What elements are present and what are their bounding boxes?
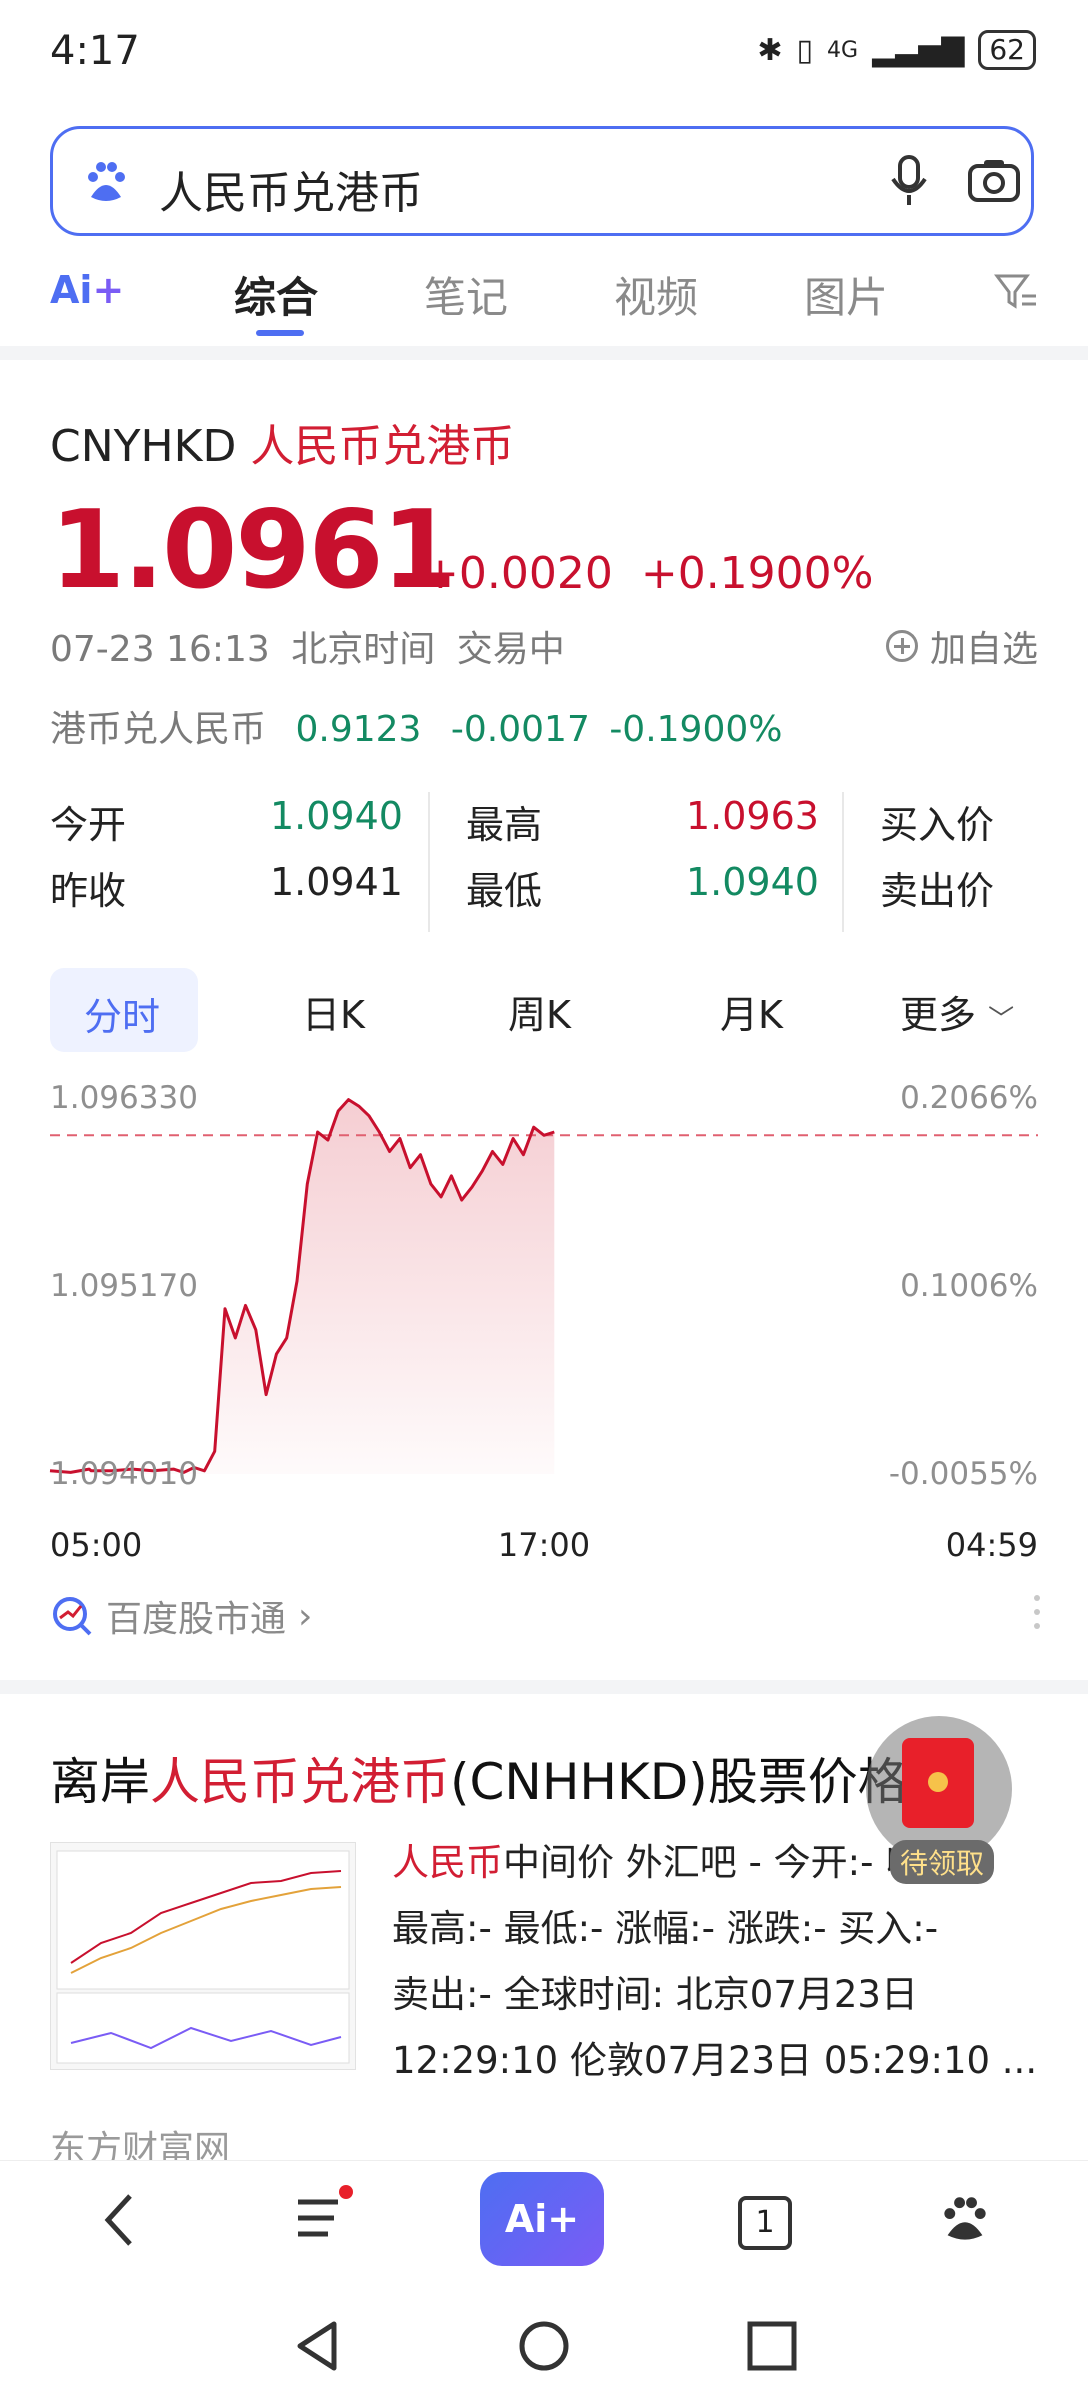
y-right-tick: -0.0055% (889, 1456, 1038, 1492)
quote-timezone: 北京时间 (291, 629, 436, 670)
reverse-rate-row[interactable]: 港币兑人民币 0.9123 -0.0017 -0.1900% (50, 700, 782, 752)
chart-tab-daily[interactable]: 日K (302, 984, 365, 1039)
source-link[interactable]: 百度股市通 › (50, 1590, 312, 1642)
high-label: 最高 (466, 803, 543, 847)
open-label: 今开 (50, 803, 127, 847)
y-right-tick: 0.1006% (900, 1268, 1038, 1304)
trading-status: 交易中 (456, 629, 565, 670)
network-label: 4G (827, 37, 859, 63)
stats-divider (428, 792, 430, 932)
reverse-label: 港币兑人民币 (50, 709, 267, 750)
change-percent: +0.1900% (640, 548, 874, 599)
chart-tab-more-label: 更多 (900, 993, 977, 1037)
y-left-tick: 1.094010 (50, 1456, 198, 1492)
baidu-paw-icon (88, 162, 125, 201)
y-left-tick: 1.096330 (50, 1080, 198, 1116)
chart-tab-monthly[interactable]: 月K (720, 984, 783, 1039)
chart-tab-more[interactable]: 更多 ﹀ (900, 984, 1014, 1039)
thumbnail-chart-image (56, 1850, 350, 2064)
active-tab-indicator (256, 330, 304, 336)
camera-icon[interactable] (967, 157, 1021, 203)
change-value: +0.0020 (422, 548, 613, 599)
snippet-line: 12:29:10 伦敦07月23日 05:29:10 ... (392, 2039, 1038, 2082)
status-time: 4:17 (50, 28, 140, 74)
reverse-price: 0.9123 (295, 709, 422, 750)
chevron-down-icon: ﹀ (988, 1005, 1015, 1035)
tab-zonghe[interactable]: 综合 (234, 264, 318, 325)
notification-dot (339, 2185, 353, 2199)
add-watch-label: 加自选 (929, 629, 1038, 670)
tab-video[interactable]: 视频 (614, 264, 698, 325)
snippet-highlight: 人民币 (392, 1841, 503, 1884)
system-home-icon[interactable] (516, 2318, 572, 2374)
intraday-chart: 1.096330 1.095170 1.094010 0.2066% 0.100… (49, 1080, 1038, 1564)
high-value: 1.0963 (686, 794, 819, 838)
section-divider (0, 1680, 1088, 1694)
red-envelope-icon (902, 1738, 974, 1828)
y-left-tick: 1.095170 (50, 1268, 198, 1304)
price-change: +0.0020 +0.1900% (422, 548, 873, 599)
x-tick: 04:59 (946, 1526, 1038, 1564)
bluetooth-icon: ✱ (757, 32, 783, 68)
more-options-icon[interactable] (1032, 1592, 1042, 1632)
search-box[interactable]: 人民币兑港币 (50, 126, 1034, 236)
reverse-change: -0.0017 (450, 709, 590, 750)
chevron-right-icon: › (298, 1595, 313, 1637)
snippet-line: 中间价 外汇吧 - 今开:- 收:- (503, 1841, 949, 1884)
battery-indicator: 62 (978, 30, 1036, 70)
quote-name: 人民币兑港币 (250, 421, 515, 472)
filter-icon[interactable] (994, 270, 1038, 314)
low-label: 最低 (466, 869, 543, 913)
result-thumbnail[interactable] (50, 1842, 356, 2070)
reverse-change-pct: -0.1900% (609, 709, 783, 750)
tabs-count-button[interactable]: 1 (738, 2196, 792, 2250)
system-back-icon[interactable] (292, 2318, 342, 2374)
result-title-highlight: 人民币兑港币 (150, 1753, 450, 1811)
snippet-line: 卖出:- 全球时间: 北京07月23日 (392, 1973, 918, 2016)
result-title-suffix: (CNHHKD)股票价格 (450, 1753, 908, 1811)
back-icon[interactable] (100, 2192, 140, 2248)
chart-tab-intraday[interactable]: 分时 (84, 986, 160, 1041)
open-value: 1.0940 (270, 794, 403, 838)
quote-title: CNYHKD 人民币兑港币 (50, 410, 514, 474)
bid-label: 买入价 (880, 803, 995, 847)
current-price: 1.0961 (50, 488, 457, 613)
status-icons: ✱ ▯ 4G ▂▃▅▇ 62 (757, 30, 1036, 70)
plus-circle-icon (885, 630, 918, 662)
ask-label: 卖出价 (880, 869, 995, 913)
microphone-icon[interactable] (889, 155, 929, 207)
stock-app-icon (53, 1597, 92, 1636)
quote-timestamp: 07-23 16:13 北京时间 交易中 (50, 620, 565, 672)
tab-notes[interactable]: 笔记 (424, 264, 508, 325)
chart-tab-weekly[interactable]: 周K (508, 984, 571, 1039)
red-packet-label[interactable]: 待领取 (890, 1840, 995, 1884)
baidu-home-icon[interactable] (940, 2194, 990, 2244)
ai-assistant-button[interactable]: Ai+ (480, 2172, 604, 2266)
stats-divider (842, 792, 844, 932)
snippet-line: 最高:- 最低:- 涨幅:- 涨跌:- 买入:- (392, 1907, 939, 1950)
vibrate-icon: ▯ (796, 32, 814, 68)
result-title-prefix: 离岸 (50, 1753, 150, 1811)
system-recents-icon[interactable] (744, 2318, 800, 2374)
ai-tab[interactable]: Ai+ (50, 268, 124, 312)
result-title[interactable]: 离岸人民币兑港币(CNHHKD)股票价格.. (50, 1742, 940, 1814)
quote-time: 07-23 16:13 (50, 629, 270, 670)
quote-code: CNYHKD (50, 421, 237, 472)
add-to-watchlist-button[interactable]: 加自选 (885, 620, 1038, 672)
signal-icon: ▂▃▅▇ (872, 32, 965, 68)
source-link-label: 百度股市通 (106, 1599, 287, 1640)
prev-close-value: 1.0941 (270, 860, 403, 904)
section-divider (0, 346, 1088, 360)
x-tick: 05:00 (50, 1526, 142, 1564)
x-tick: 17:00 (498, 1526, 590, 1564)
low-value: 1.0940 (686, 860, 819, 904)
search-input[interactable]: 人民币兑港币 (159, 157, 423, 221)
tab-images[interactable]: 图片 (804, 264, 888, 325)
prev-close-label: 昨收 (50, 869, 127, 913)
y-right-tick: 0.2066% (900, 1080, 1038, 1116)
menu-icon[interactable] (294, 2184, 356, 2250)
